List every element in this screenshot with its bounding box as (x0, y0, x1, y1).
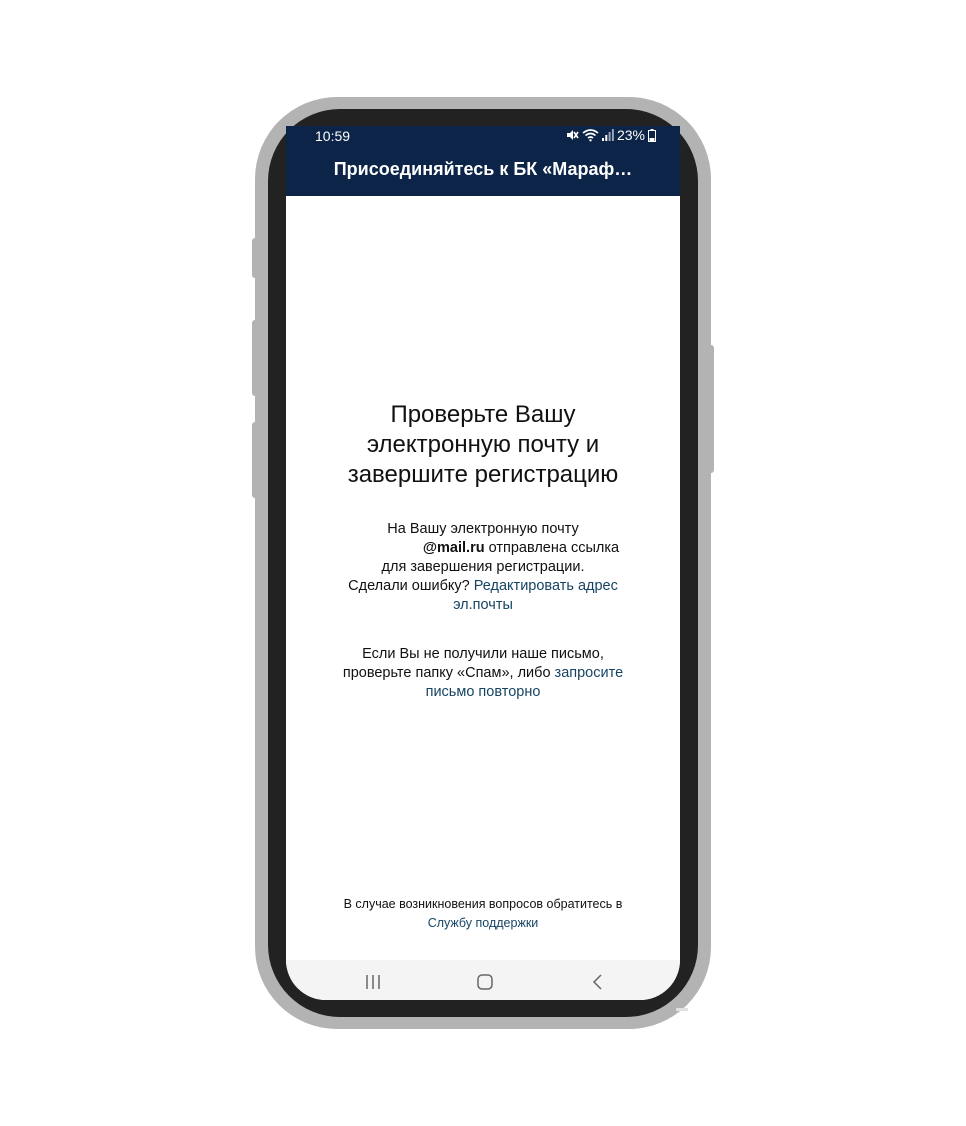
back-icon (592, 974, 602, 990)
header-title: Присоединяйтесь к БК «Мараф… (333, 159, 633, 179)
frame-detail (676, 1008, 688, 1011)
recents-icon (366, 975, 380, 989)
page-title-line: электронную почту и (366, 431, 600, 458)
spam-hint-message: Если Вы не получили наше письмо, проверь… (326, 645, 640, 702)
battery-percent: 23% (616, 127, 645, 143)
phone-side-button (252, 320, 258, 396)
signal-icon (601, 129, 614, 141)
wifi-icon (582, 129, 599, 142)
phone-side-button (252, 238, 258, 278)
home-button[interactable] (465, 970, 505, 994)
phone-screen: 10:59 23% Присоединяйтесь к БК «Мараф… П… (286, 126, 680, 1000)
support-note: В случае возникновения вопросов обратите… (316, 895, 650, 932)
page-title-line: завершите регистрацию (347, 461, 619, 488)
mute-icon (566, 130, 579, 140)
edit-email-link[interactable]: Редактировать адрес эл.почты (453, 578, 618, 613)
home-icon (477, 974, 493, 990)
phone-side-button (708, 345, 714, 473)
phone-side-button (252, 422, 258, 498)
email-sent-message: На Вашу электронную почту @mail.ru отпра… (326, 520, 640, 615)
recents-button[interactable] (353, 970, 393, 994)
status-icons: 23% (565, 127, 656, 143)
page-title-line: Проверьте Вашу (390, 401, 576, 428)
message-text: отправлена ссылка (484, 540, 620, 556)
battery-icon (648, 128, 656, 142)
app-header: 10:59 23% Присоединяйтесь к БК «Мараф… (286, 126, 680, 196)
email-address: @mail.ru (422, 540, 485, 556)
support-link[interactable]: Службу поддержки (428, 916, 539, 930)
page-title: Проверьте Вашу электронную почту и завер… (326, 400, 640, 490)
back-button[interactable] (578, 970, 618, 994)
message-text: Сделали ошибку? (348, 578, 474, 594)
system-nav-bar (286, 960, 680, 1000)
message-text: На Вашу электронную почту (387, 521, 579, 537)
support-note-text: В случае возникновения вопросов обратите… (343, 897, 623, 911)
message-text: для завершения регистрации. (381, 559, 585, 575)
status-time: 10:59 (315, 128, 351, 144)
